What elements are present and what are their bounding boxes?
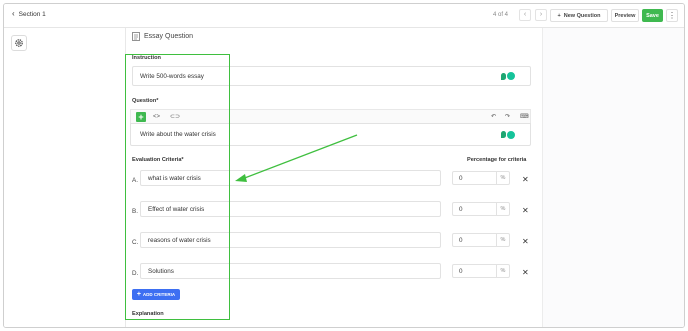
save-button[interactable]: Save [642,9,663,22]
delete-criteria-icon[interactable]: ✕ [522,206,529,215]
question-pager: 4 of 4 [493,12,509,18]
annotation-highlight-box [125,54,230,320]
more-options-icon[interactable]: ⋮ [666,9,678,22]
delete-criteria-icon[interactable]: ✕ [522,268,529,277]
gear-icon[interactable] [11,35,27,51]
preview-button[interactable]: Preview [611,9,639,22]
back-label: Section 1 [18,10,46,18]
next-question-button[interactable]: › [535,9,547,21]
grammar-assist-icon[interactable] [501,130,515,139]
delete-criteria-icon[interactable]: ✕ [522,175,529,184]
keyboard-icon[interactable]: ⌨ [520,112,529,122]
app-window: ‹ Section 1 4 of 4 ‹ › + New Question Pr… [3,3,685,328]
prev-question-button[interactable]: ‹ [519,9,531,21]
percent-input[interactable]: 0% [452,202,510,216]
back-link[interactable]: ‹ Section 1 [12,10,46,18]
undo-icon[interactable]: ↶ [491,112,496,122]
document-icon [132,32,140,41]
plus-icon: + [557,12,561,19]
new-question-button[interactable]: + New Question [550,9,608,22]
question-type-title: Essay Question [132,32,193,41]
delete-criteria-icon[interactable]: ✕ [522,237,529,246]
redo-icon[interactable]: ↷ [505,112,510,122]
percent-header: Percentage for criteria [467,157,527,163]
top-bar: ‹ Section 1 4 of 4 ‹ › + New Question Pr… [4,4,684,28]
percent-input[interactable]: 0% [452,233,510,247]
chevron-left-icon: ‹ [12,9,15,18]
percent-input[interactable]: 0% [452,264,510,278]
left-panel [4,28,126,327]
percent-input[interactable]: 0% [452,171,510,185]
grammar-assist-icon[interactable] [501,72,515,80]
right-panel [542,28,684,327]
